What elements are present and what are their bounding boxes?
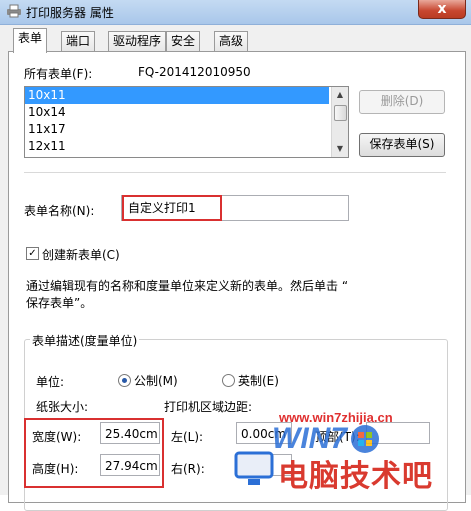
server-name: FQ-201412010950 — [138, 65, 251, 79]
list-item[interactable]: 12x11 — [25, 138, 329, 155]
metric-radio[interactable] — [118, 374, 131, 387]
watermark-brand: 电脑技术吧 — [278, 459, 433, 494]
metric-label: 公制(M) — [134, 374, 178, 388]
paper-size-label: 纸张大小: — [36, 400, 89, 414]
imperial-radio[interactable] — [222, 374, 235, 387]
divider — [24, 172, 446, 173]
width-label: 宽度(W): — [32, 430, 82, 444]
scroll-down-icon[interactable]: ▼ — [332, 141, 348, 157]
create-new-form-checkbox[interactable]: ✓ — [26, 247, 39, 260]
height-input[interactable]: 27.94cm — [100, 454, 160, 476]
list-item[interactable]: 11x17 — [25, 121, 329, 138]
all-forms-label: 所有表单(F): — [24, 67, 93, 81]
imperial-label: 英制(E) — [238, 374, 279, 388]
list-item[interactable]: 10x11 — [25, 87, 329, 104]
form-name-label: 表单名称(N): — [24, 204, 95, 218]
description-line-1: 通过编辑现有的名称和度量单位来定义新的表单。然后单击 “ — [26, 279, 349, 293]
form-name-input[interactable]: 自定义打印1 — [122, 195, 222, 221]
group-title: 表单描述(度量单位) — [30, 332, 140, 349]
printer-margins-label: 打印机区域边距: — [164, 400, 253, 414]
height-label: 高度(H): — [32, 462, 79, 476]
forms-list-scrollbar[interactable]: ▲ ▼ — [331, 87, 348, 157]
scroll-thumb[interactable] — [334, 105, 347, 121]
delete-button[interactable]: 删除(D) — [359, 90, 445, 114]
left-margin-label: 左(L): — [171, 430, 204, 444]
save-form-button[interactable]: 保存表单(S) — [359, 133, 445, 157]
monitor-logo-icon — [234, 451, 274, 485]
scroll-up-icon[interactable]: ▲ — [332, 87, 348, 103]
list-item[interactable]: 10x14 — [25, 104, 329, 121]
width-input[interactable]: 25.40cm — [100, 422, 160, 444]
right-margin-label: 右(R): — [171, 462, 205, 476]
unit-label: 单位: — [36, 375, 65, 389]
forms-list[interactable]: 10x11 10x14 11x17 12x11 ▲ ▼ — [24, 86, 349, 158]
windows-flag-icon — [351, 425, 379, 453]
description-line-2: 保存表单”。 — [26, 296, 93, 310]
create-new-form-label: 创建新表单(C) — [42, 248, 120, 262]
